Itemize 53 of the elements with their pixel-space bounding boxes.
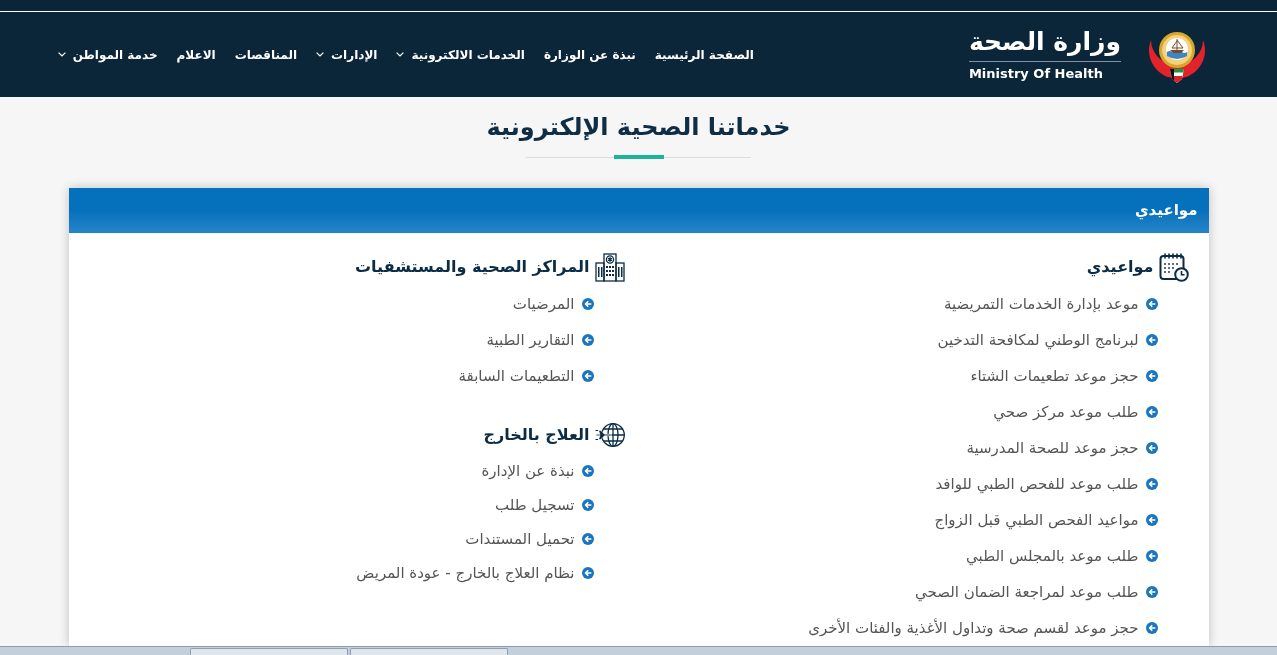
nav-link[interactable]: الاعلام: [176, 45, 216, 64]
arrow-circle-icon: [1145, 550, 1158, 562]
nav-link[interactable]: خدمة المواطن: [57, 45, 158, 64]
service-link[interactable]: لبرنامج الوطني لمكافحة التدخين: [937, 330, 1158, 350]
taskbar-button[interactable]: [350, 648, 508, 655]
service-link[interactable]: حجز موعد تطعيمات الشتاء: [970, 366, 1158, 386]
service-link[interactable]: تسجيل طلب: [494, 495, 594, 515]
arrow-circle-icon: [1145, 370, 1158, 382]
arrow-circle-icon: [1145, 442, 1158, 454]
service-link[interactable]: نبذة عن الإدارة: [481, 461, 594, 481]
nav-link[interactable]: الصفحة الرئيسية: [654, 45, 754, 64]
arrow-circle-icon: [1145, 406, 1158, 418]
service-link[interactable]: المرضيات: [512, 294, 594, 314]
arrow-circle-icon: [581, 499, 594, 511]
page-title: خدماتنا الصحية الإلكترونية: [486, 112, 791, 143]
arrow-circle-icon: [581, 334, 594, 346]
service-link[interactable]: تحميل المستندات: [465, 529, 594, 549]
arrow-circle-icon: [1145, 622, 1158, 634]
nav-link[interactable]: المناقصات: [234, 45, 298, 64]
arrow-circle-icon: [1145, 334, 1158, 346]
service-link[interactable]: نظام العلاج بالخارج - عودة المريض: [356, 563, 594, 583]
globe-plane-icon: [594, 422, 625, 448]
section-heading: العلاج بالخارج: [483, 424, 590, 446]
arrow-circle-icon: [1145, 478, 1158, 490]
nav-link[interactable]: الخدمات الالكترونية: [396, 45, 525, 64]
arrow-circle-icon: [581, 465, 594, 477]
arrow-circle-icon: [581, 298, 594, 310]
panel-title: مواعيدي: [1134, 200, 1198, 222]
service-link[interactable]: التقارير الطبية: [486, 330, 594, 350]
arrow-circle-icon: [1145, 298, 1158, 310]
service-link[interactable]: التطعيمات السابقة: [458, 366, 594, 386]
arrow-circle-icon: [581, 370, 594, 382]
ministry-name-english: Ministry Of Health: [968, 65, 1104, 83]
taskbar-button[interactable]: [190, 648, 348, 655]
arrow-circle-icon: [581, 567, 594, 579]
section-heading: المراكز الصحية والمستشفيات: [355, 256, 590, 278]
section-heading: مواعيدي: [1086, 256, 1154, 279]
nav-link[interactable]: نبذة عن الوزارة: [543, 45, 636, 64]
calendar-clock-icon: [1158, 252, 1189, 282]
service-link[interactable]: طلب موعد لمراجعة الضمان الصحي: [915, 582, 1158, 602]
service-link[interactable]: مواعيد الفحص الطبي قبل الزواج: [934, 510, 1158, 530]
service-link[interactable]: موعد بإدارة الخدمات التمريضية: [943, 294, 1158, 314]
service-link[interactable]: طلب موعد بالمجلس الطبي: [966, 546, 1158, 566]
service-link[interactable]: طلب موعد للفحص الطبي للوافد: [935, 474, 1158, 494]
service-link[interactable]: حجز موعد للصحة المدرسية: [966, 438, 1158, 458]
arrow-circle-icon: [1145, 586, 1158, 598]
nav-link[interactable]: الإدارات: [316, 45, 378, 64]
arrow-circle-icon: [1145, 514, 1158, 526]
service-link[interactable]: طلب موعد مركز صحي: [993, 402, 1158, 422]
arrow-circle-icon: [581, 533, 594, 545]
service-link[interactable]: حجز موعد لقسم صحة وتداول الأغذية والفئات الأخرى: [808, 618, 1158, 638]
building-icon: [594, 252, 625, 282]
ministry-name-arabic: وزارة الصحة: [968, 26, 1121, 58]
